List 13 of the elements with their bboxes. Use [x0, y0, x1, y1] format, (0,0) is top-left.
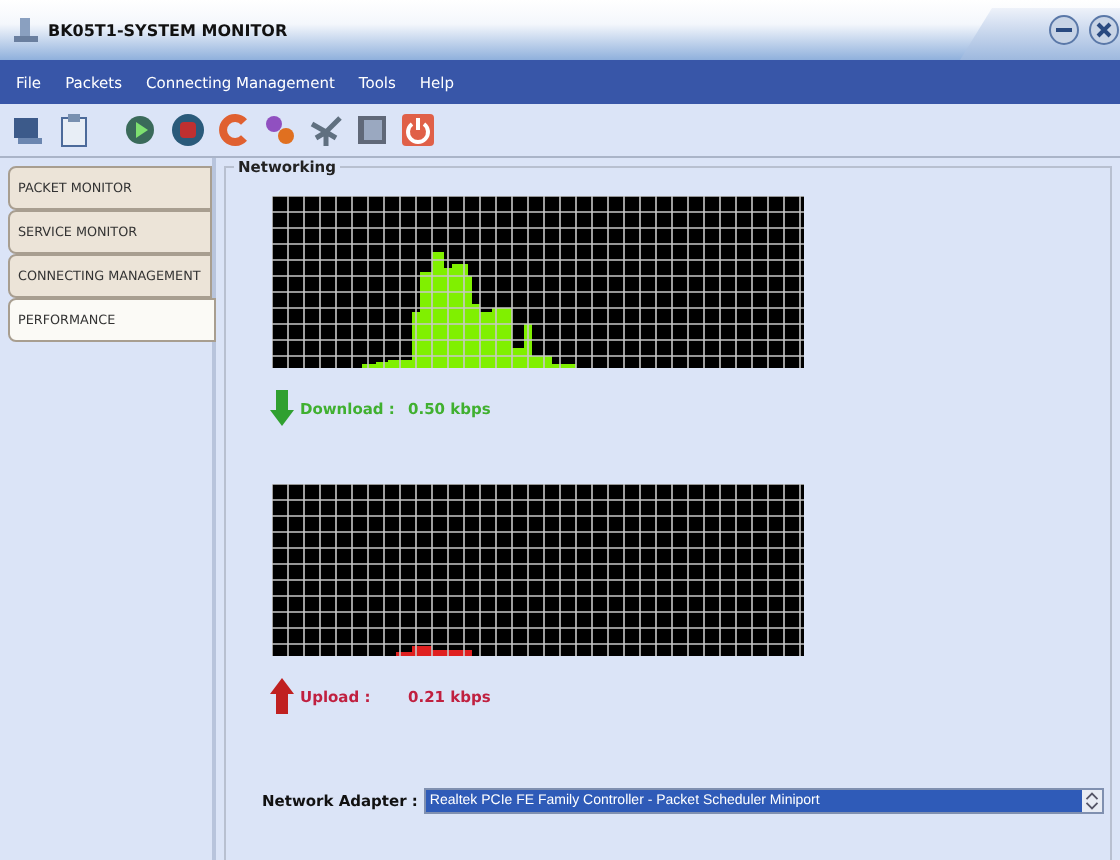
- down-arrow-icon: [270, 390, 294, 426]
- refresh-icon[interactable]: [216, 112, 252, 148]
- minimize-icon[interactable]: [1048, 14, 1080, 46]
- close-icon[interactable]: [1088, 14, 1120, 46]
- window-title: BK05T1-SYSTEM MONITOR: [48, 21, 290, 39]
- spinner-icon[interactable]: [1081, 790, 1102, 812]
- monitor-icon[interactable]: [10, 112, 46, 148]
- play-icon[interactable]: [124, 112, 160, 148]
- power-icon[interactable]: [400, 112, 436, 148]
- screen-icon[interactable]: [354, 112, 390, 148]
- clipboard-icon[interactable]: [56, 112, 92, 148]
- stop-icon[interactable]: [170, 112, 206, 148]
- up-arrow-icon: [270, 678, 294, 714]
